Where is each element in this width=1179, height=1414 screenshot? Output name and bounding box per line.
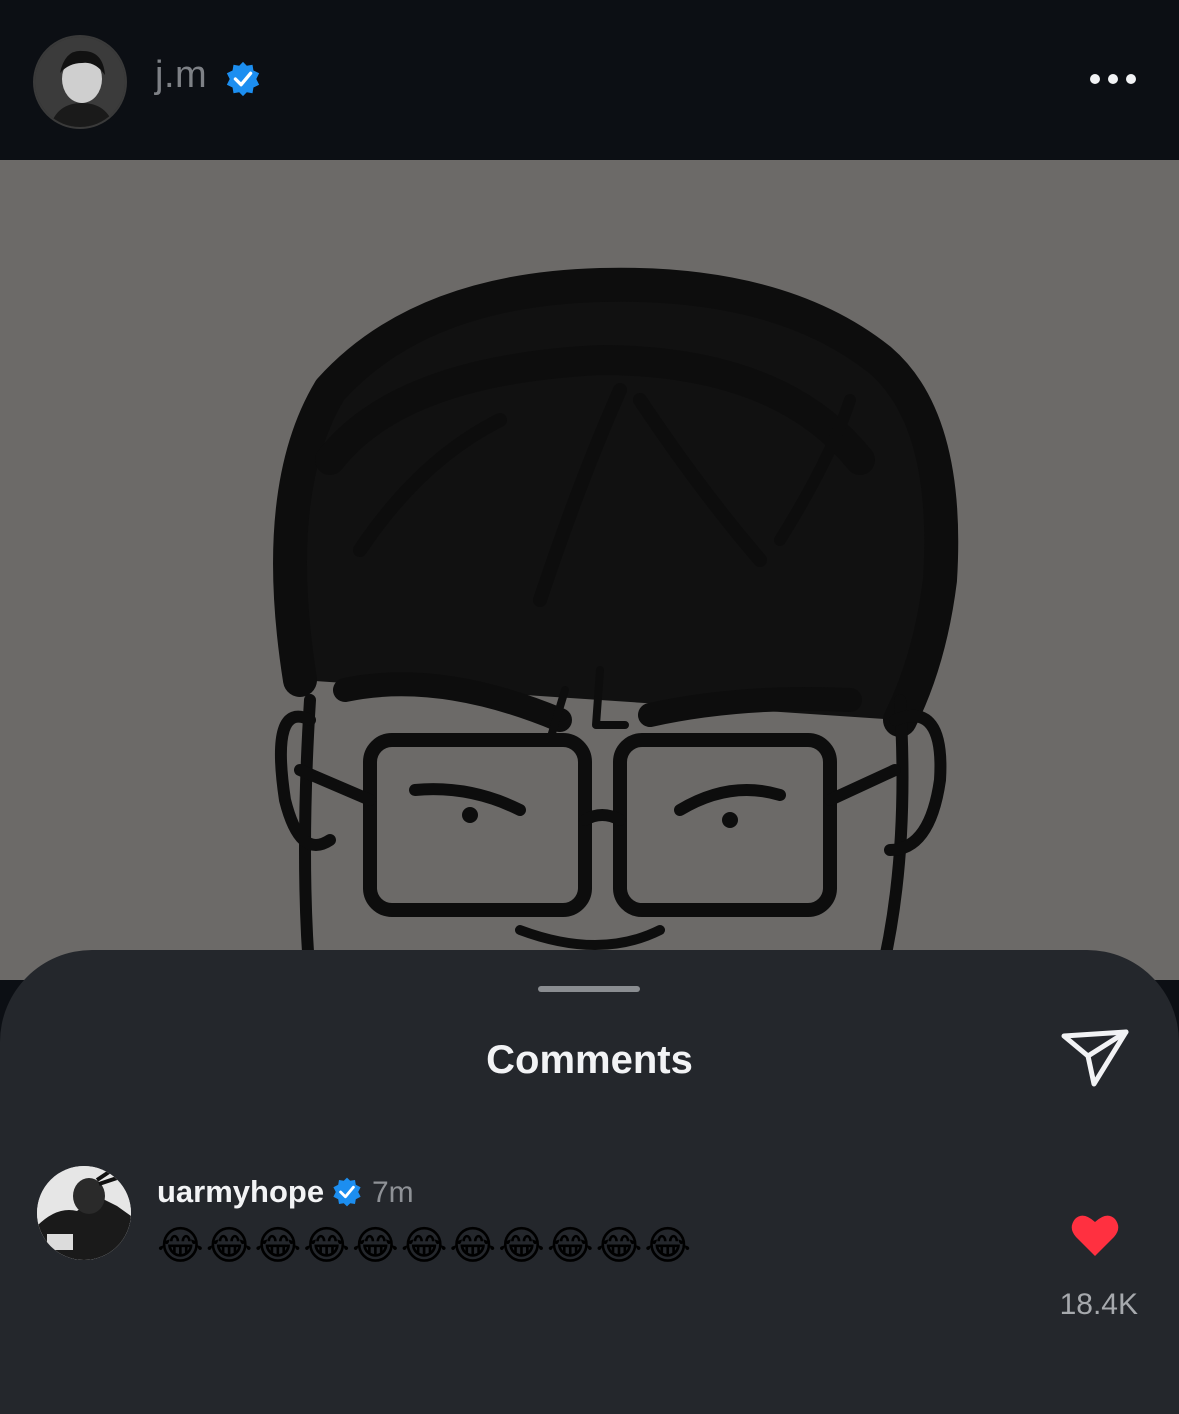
verified-badge-icon: [226, 61, 260, 97]
comments-title: Comments: [486, 1038, 693, 1082]
author-avatar[interactable]: [33, 35, 127, 129]
post-header: j.m: [0, 0, 1179, 160]
sheet-drag-handle[interactable]: [538, 986, 640, 992]
comments-sheet: Comments uarmyhope 7m 😂😂😂😂😂😂😂😂😂😂😂 18.4K: [0, 950, 1179, 1414]
commenter-username[interactable]: uarmyhope: [157, 1174, 324, 1210]
caricature-drawing-image: [0, 160, 1179, 980]
commenter-avatar[interactable]: [37, 1166, 131, 1260]
profile-photo-icon: [37, 1166, 131, 1260]
profile-photo-icon: [35, 37, 125, 127]
post-image[interactable]: [0, 160, 1179, 980]
comment-text: 😂😂😂😂😂😂😂😂😂😂😂: [157, 1223, 694, 1269]
heart-icon[interactable]: [1070, 1212, 1120, 1258]
comment-timestamp: 7m: [372, 1176, 414, 1209]
send-icon[interactable]: [1060, 1026, 1130, 1088]
more-options-icon[interactable]: [1088, 70, 1138, 88]
instagram-post-screen: j.m Comments uarmyhope 7m 😂😂😂😂😂😂😂😂😂😂😂 18…: [0, 0, 1179, 1414]
author-username[interactable]: j.m: [155, 54, 207, 97]
verified-badge-icon: [333, 1177, 361, 1207]
comment-like-count: 18.4K: [1059, 1288, 1138, 1321]
